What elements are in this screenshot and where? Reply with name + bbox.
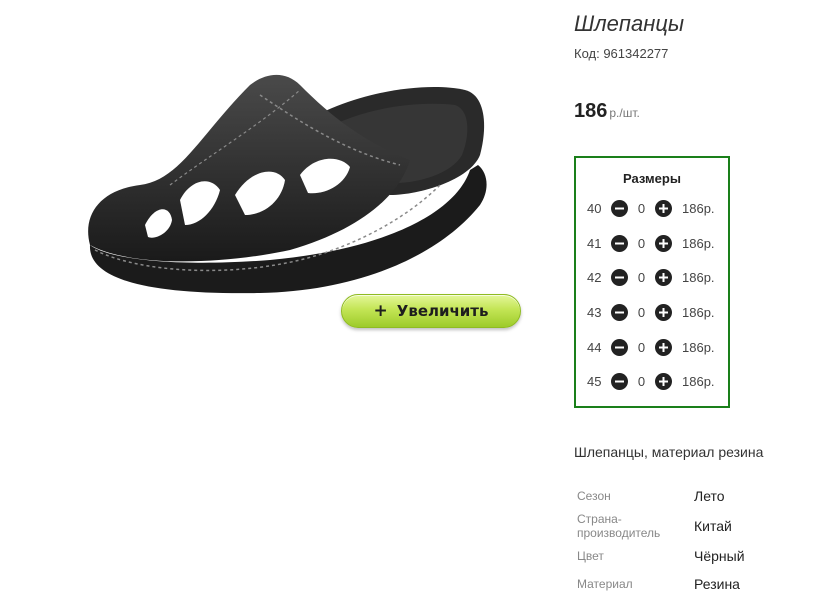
- size-row: 41 0 186р.: [587, 233, 715, 253]
- product-code: Код: 961342277: [574, 46, 669, 61]
- size-label: 43: [587, 304, 602, 320]
- size-label: 41: [587, 235, 602, 251]
- plus-circle-icon[interactable]: [655, 199, 672, 217]
- plus-circle-icon[interactable]: [655, 303, 672, 321]
- minus-circle-icon[interactable]: [611, 199, 628, 217]
- property-value-color: Чёрный: [694, 548, 745, 564]
- sizes-panel: Размеры 40 0 186р. 41 0 186р. 42 0 186р.…: [574, 156, 730, 408]
- property-value-country: Китай: [694, 518, 732, 534]
- property-label-country: Страна- производитель: [577, 512, 660, 540]
- size-row: 40 0 186р.: [587, 198, 715, 218]
- size-label: 45: [587, 373, 602, 389]
- size-quantity: 0: [637, 339, 646, 355]
- minus-circle-icon[interactable]: [611, 303, 628, 321]
- size-price: 186р.: [682, 373, 715, 389]
- size-row: 43 0 186р.: [587, 302, 715, 322]
- size-quantity: 0: [637, 200, 646, 216]
- property-label-season: Сезон: [577, 489, 611, 503]
- price-unit: р./шт.: [609, 106, 640, 120]
- property-value-material: Резина: [694, 576, 740, 592]
- price-value: 186: [574, 100, 608, 122]
- property-label-material: Материал: [577, 577, 633, 591]
- size-quantity: 0: [637, 269, 646, 285]
- minus-circle-icon[interactable]: [611, 268, 628, 286]
- plus-icon: +: [373, 301, 388, 321]
- product-title: Шлепанцы: [574, 11, 685, 36]
- size-label: 44: [587, 339, 602, 355]
- size-label: 40: [587, 200, 602, 216]
- property-label-color: Цвет: [577, 549, 604, 563]
- size-price: 186р.: [682, 235, 715, 251]
- plus-circle-icon[interactable]: [655, 268, 672, 286]
- product-price: 186 р./шт.: [574, 100, 640, 123]
- minus-circle-icon[interactable]: [611, 338, 628, 356]
- plus-circle-icon[interactable]: [655, 234, 672, 252]
- size-quantity: 0: [637, 304, 646, 320]
- property-label-country-line2: производитель: [577, 526, 661, 540]
- size-price: 186р.: [682, 304, 715, 320]
- zoom-button-label: Увеличить: [396, 302, 489, 320]
- property-label-country-line1: Страна-: [577, 512, 622, 526]
- size-quantity: 0: [637, 235, 646, 251]
- property-value-season: Лето: [694, 488, 725, 504]
- size-quantity: 0: [637, 373, 646, 389]
- product-image[interactable]: [60, 55, 500, 315]
- size-price: 186р.: [682, 269, 715, 285]
- size-price: 186р.: [682, 200, 715, 216]
- sizes-title: Размеры: [623, 171, 681, 186]
- minus-circle-icon[interactable]: [611, 372, 628, 390]
- size-row: 44 0 186р.: [587, 337, 715, 357]
- size-label: 42: [587, 269, 602, 285]
- plus-circle-icon[interactable]: [655, 338, 672, 356]
- size-price: 186р.: [682, 339, 715, 355]
- plus-circle-icon[interactable]: [655, 372, 672, 390]
- size-row: 42 0 186р.: [587, 267, 715, 287]
- zoom-button[interactable]: + Увеличить: [341, 294, 521, 328]
- product-description: Шлепанцы, материал резина: [574, 444, 764, 460]
- size-row: 45 0 186р.: [587, 371, 715, 391]
- minus-circle-icon[interactable]: [611, 234, 628, 252]
